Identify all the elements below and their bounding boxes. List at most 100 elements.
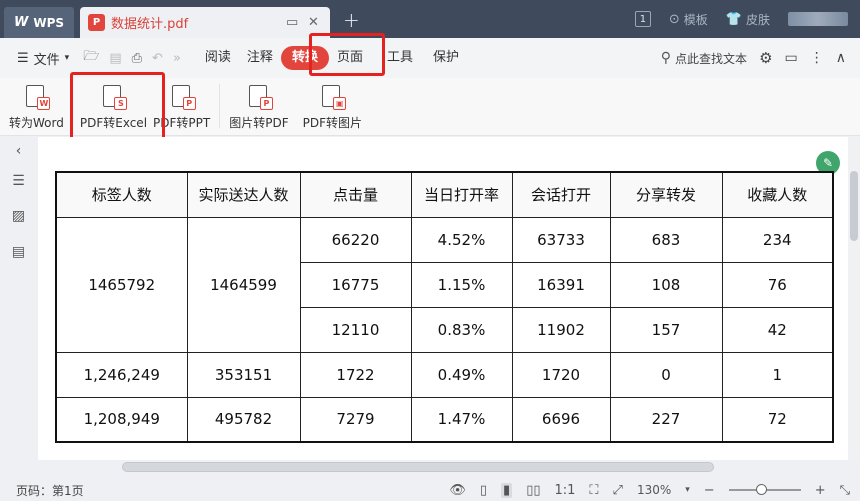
convert-tab-highlight xyxy=(309,33,385,76)
wps-logo-icon: W xyxy=(14,15,29,30)
shirt-icon: 👕 xyxy=(725,11,742,27)
image-to-pdf-icon: P xyxy=(247,84,273,110)
file-menu[interactable]: ☰ 文件 ▾ xyxy=(17,49,69,68)
table-row: 1,246,249 353151 1722 0.49% 1720 0 1 xyxy=(55,351,834,398)
table-cell: 1.47% xyxy=(410,396,513,443)
table-cell: 72 xyxy=(721,396,834,443)
zoom-in-icon[interactable]: + xyxy=(815,483,826,498)
zoom-out-icon[interactable]: − xyxy=(704,483,715,498)
tab-tools[interactable]: 工具 xyxy=(379,46,421,70)
comment-icon[interactable]: ▭ xyxy=(785,50,798,66)
gear-icon[interactable]: ⚙ xyxy=(759,49,772,67)
pdf-to-image-button[interactable]: ▣ PDF转图片 xyxy=(300,84,365,131)
thumbnail-icon[interactable]: ▨ xyxy=(10,208,27,225)
zoom-dropdown-icon[interactable]: ▾ xyxy=(685,485,690,495)
expand-icon[interactable]: ⤡ xyxy=(840,483,850,498)
print-icon[interactable]: ⎙ xyxy=(132,51,142,66)
single-page-icon[interactable]: ▯ xyxy=(480,483,487,498)
new-tab-button[interactable]: + xyxy=(343,8,360,32)
image-to-pdf-label: 图片转PDF xyxy=(229,116,289,130)
to-word-label: 转为Word xyxy=(9,116,64,130)
left-sidebar: ‹ ☰ ▨ ▤ xyxy=(0,137,38,479)
dual-page-icon[interactable]: ▯▯ xyxy=(526,483,540,498)
table-cell: 0.49% xyxy=(410,351,513,398)
table-cell: 683 xyxy=(609,216,723,263)
open-folder-icon[interactable]: 🗁 xyxy=(83,47,99,69)
ribbon-divider xyxy=(219,84,221,128)
table-cell: 1,208,949 xyxy=(55,396,188,443)
continuous-page-icon[interactable]: ▮ xyxy=(501,482,513,498)
page-indicator[interactable]: 页码：第1页 xyxy=(16,482,84,499)
pdf-to-excel-highlight xyxy=(70,72,165,146)
table-row: 1465792 1464599 66220 4.52% 63733 683 23… xyxy=(55,216,834,353)
table-header-cell: 点击量 xyxy=(299,171,412,218)
table-cell: 227 xyxy=(609,396,723,443)
hamburger-icon: ☰ xyxy=(17,50,29,66)
undo-icon[interactable]: ↶ xyxy=(152,51,163,66)
table-header-cell: 会话打开 xyxy=(511,171,611,218)
table-cell: 12110 xyxy=(299,306,412,353)
more-options-icon[interactable]: ⋮ xyxy=(810,50,824,66)
table-cell: 108 xyxy=(609,261,723,308)
wps-app-label: WPS xyxy=(33,15,65,30)
table-header-cell: 当日打开率 xyxy=(410,171,513,218)
file-menu-label: 文件 xyxy=(33,52,60,68)
pdf-to-image-icon: ▣ xyxy=(320,84,347,110)
template-button[interactable]: ⊙ 模板 xyxy=(669,11,708,28)
find-text-button[interactable]: ⚲ 点此查找文本 xyxy=(661,50,747,67)
close-tab-icon[interactable]: ✕ xyxy=(308,15,319,30)
vertical-scroll-thumb[interactable] xyxy=(850,171,858,241)
collapse-ribbon-icon[interactable]: ∧ xyxy=(836,50,846,66)
pdf-file-icon: P xyxy=(88,14,105,31)
find-text-label: 点此查找文本 xyxy=(675,51,748,66)
wps-home-button[interactable]: W WPS xyxy=(4,7,74,38)
tab-protect[interactable]: 保护 xyxy=(425,46,467,70)
pdf-to-image-label: PDF转图片 xyxy=(302,116,362,130)
zoom-slider-knob[interactable] xyxy=(756,484,768,495)
document-tab[interactable]: P 数据统计.pdf ▭ ✕ xyxy=(80,7,330,38)
table-cell: 1722 xyxy=(299,351,412,398)
tab-annotate[interactable]: 注释 xyxy=(239,46,281,70)
image-to-pdf-button[interactable]: P 图片转PDF xyxy=(226,84,291,131)
page-count-badge[interactable]: 1 xyxy=(634,11,651,27)
table-cell: 42 xyxy=(721,306,834,353)
to-word-button[interactable]: W 转为Word xyxy=(6,84,67,131)
fit-page-icon[interactable]: ⛶ xyxy=(589,483,598,498)
horizontal-scroll-thumb[interactable] xyxy=(122,462,714,472)
chevron-down-icon: ▾ xyxy=(64,53,70,63)
table-cell: 0 xyxy=(609,351,723,398)
more-chevron-icon[interactable]: » xyxy=(173,51,181,66)
outline-icon[interactable]: ☰ xyxy=(10,173,27,190)
table-cell: 157 xyxy=(609,306,723,353)
table-cell: 7279 xyxy=(299,396,412,443)
collapse-sidebar-icon[interactable]: ‹ xyxy=(10,143,27,160)
table-cell: 1.15% xyxy=(410,261,513,308)
menu-right: ⚲ 点此查找文本 ⚙ ▭ ⋮ ∧ xyxy=(661,38,860,78)
window-icon[interactable]: ▭ xyxy=(286,15,298,30)
table-cell: 1,246,249 xyxy=(55,351,188,398)
user-account[interactable] xyxy=(788,12,848,26)
status-bar: 页码：第1页 👁 ▯ ▮ ▯▯ 1:1 ⛶ ⤢ 130% ▾ − + ⤡ xyxy=(0,479,860,501)
actual-size-icon[interactable]: 1:1 xyxy=(555,483,576,498)
skin-button[interactable]: 👕 皮肤 xyxy=(726,11,770,28)
table-cell: 1465792 xyxy=(55,216,188,353)
table-cell: 76 xyxy=(721,261,834,308)
eye-protection-icon[interactable]: 👁 xyxy=(449,483,466,498)
table-cell: 234 xyxy=(721,216,834,263)
word-convert-icon[interactable]: ▤ xyxy=(10,244,27,261)
vertical-scrollbar[interactable] xyxy=(848,137,860,460)
document-tab-title: 数据统计.pdf xyxy=(111,17,189,32)
tab-read[interactable]: 阅读 xyxy=(197,46,239,70)
fullscreen-icon[interactable]: ⤢ xyxy=(613,483,623,498)
quick-access-toolbar: 🗁 ▤ ⎙ ↶ » xyxy=(83,47,181,69)
data-table: 标签人数 实际送达人数 点击量 当日打开率 会话打开 分享转发 收藏人数 146… xyxy=(55,171,834,443)
status-controls: 👁 ▯ ▮ ▯▯ 1:1 ⛶ ⤢ 130% ▾ − + ⤡ xyxy=(449,479,850,501)
zoom-slider[interactable] xyxy=(728,484,801,495)
table-row: 1,208,949 495782 7279 1.47% 6696 227 72 xyxy=(55,396,834,443)
horizontal-scrollbar[interactable] xyxy=(38,460,848,479)
table-header-row: 标签人数 实际送达人数 点击量 当日打开率 会话打开 分享转发 收藏人数 xyxy=(55,171,834,218)
table-cell: 63733 xyxy=(511,216,611,263)
save-icon[interactable]: ▤ xyxy=(109,51,121,66)
zoom-level[interactable]: 130% xyxy=(637,483,671,497)
pdf-to-word-icon: W xyxy=(24,84,51,110)
